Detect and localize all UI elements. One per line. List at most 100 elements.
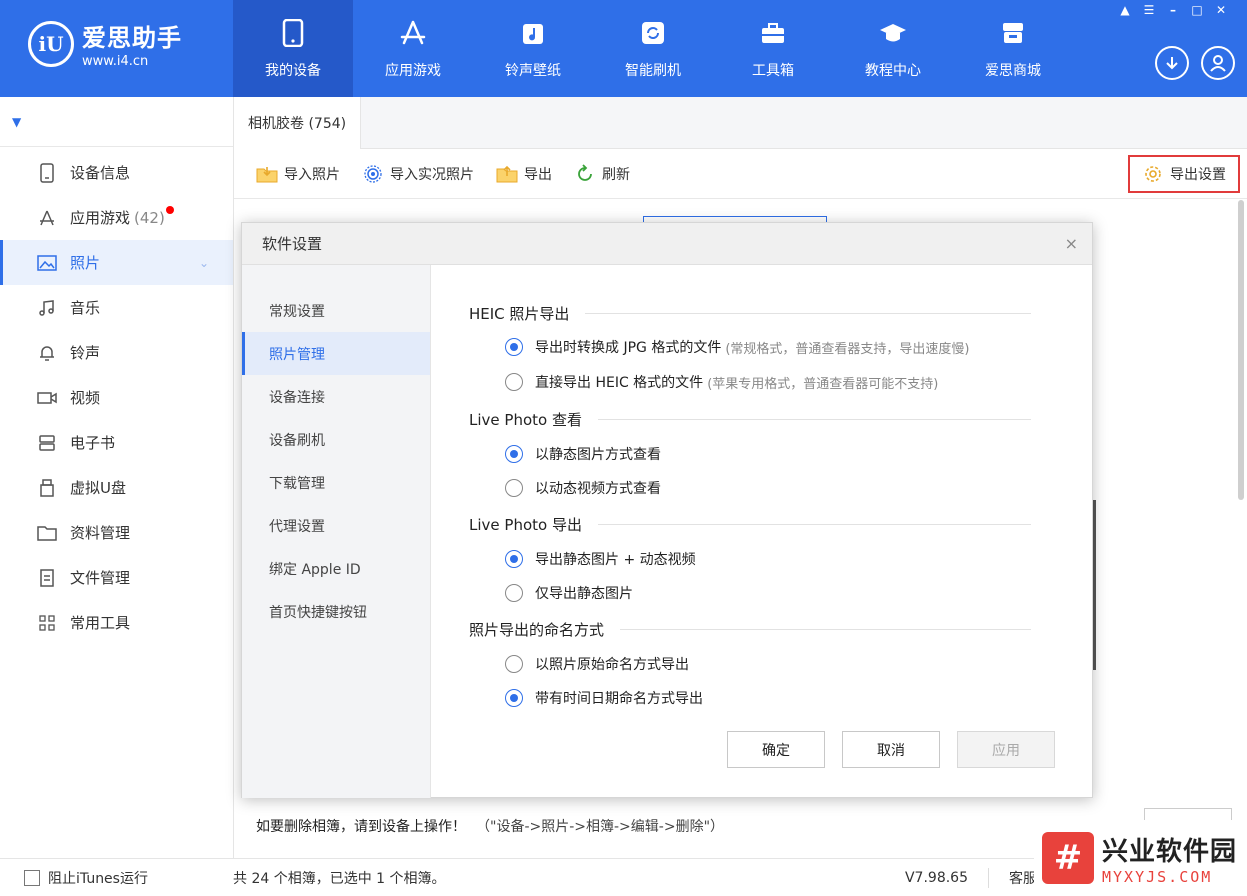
user-icon[interactable] [1201, 46, 1235, 80]
watermark: # 兴业软件园 MYXYJS.COM [1034, 820, 1247, 896]
sidebar-item-ringtones[interactable]: 铃声 [0, 330, 233, 375]
dialog-header: 软件设置 × [242, 223, 1092, 265]
settings-nav-connection[interactable]: 设备连接 [242, 375, 430, 418]
nav-label: 铃声壁纸 [505, 63, 561, 79]
sidebar-item-label: 应用游戏 [70, 209, 131, 227]
radio-unselected[interactable] [505, 584, 523, 602]
sidebar-item-label: 音乐 [70, 299, 101, 317]
sidebar-item-device-info[interactable]: 设备信息 [0, 150, 233, 195]
dialog-close-icon[interactable]: × [1065, 234, 1078, 253]
nav-toolbox[interactable]: 工具箱 [713, 0, 833, 97]
option-label: 仅导出静态图片 [535, 586, 633, 602]
import-live-label: 导入实况照片 [390, 166, 474, 183]
naming-datetime-option[interactable]: 带有时间日期命名方式导出 [505, 688, 703, 708]
radio-unselected[interactable] [505, 479, 523, 497]
import-photos-button[interactable]: 导入照片 [256, 164, 340, 184]
nav-my-device[interactable]: 我的设备 [233, 0, 353, 97]
settings-nav-downloads[interactable]: 下载管理 [242, 461, 430, 504]
notification-dot [166, 206, 174, 214]
nav-ringtones[interactable]: 铃声壁纸 [473, 0, 593, 97]
sidebar-item-tools[interactable]: 常用工具 [0, 600, 233, 645]
option-hint: (苹果专用格式，普通查看器可能不支持) [707, 376, 939, 392]
scrollbar[interactable] [1238, 200, 1244, 500]
radio-unselected[interactable] [505, 655, 523, 673]
naming-section-title: 照片导出的命名方式 [469, 619, 1031, 640]
settings-nav-apple-id[interactable]: 绑定 Apple ID [242, 547, 430, 590]
music-note-icon [518, 18, 548, 48]
live-photo-icon [362, 164, 384, 184]
heic-convert-jpg-option[interactable]: 导出时转换成 JPG 格式的文件 (常规格式，普通查看器支持，导出速度慢) [505, 337, 969, 357]
import-photos-label: 导入照片 [284, 166, 340, 183]
radio-selected[interactable] [505, 550, 523, 568]
settings-nav-flash[interactable]: 设备刷机 [242, 418, 430, 461]
export-button[interactable]: 导出 [496, 164, 552, 184]
radio-selected[interactable] [505, 689, 523, 707]
sidebar-item-video[interactable]: 视频 [0, 375, 233, 420]
sidebar-item-music[interactable]: 音乐 [0, 285, 233, 330]
customer-service-link[interactable]: 客服 [1009, 868, 1037, 888]
settings-nav-photos[interactable]: 照片管理 [242, 332, 430, 375]
nav-label: 爱思商城 [985, 63, 1041, 79]
block-itunes-checkbox[interactable] [24, 869, 40, 886]
refresh-button[interactable]: 刷新 [574, 163, 630, 184]
radio-unselected[interactable] [505, 373, 523, 391]
sidebar-item-label: 电子书 [70, 434, 116, 452]
photo-icon [36, 252, 58, 274]
tab-camera-roll[interactable]: 相机胶卷 (754) [234, 97, 362, 149]
settings-nav-proxy[interactable]: 代理设置 [242, 504, 430, 547]
settings-nav-general[interactable]: 常规设置 [242, 289, 430, 332]
usb-icon [36, 477, 58, 499]
option-label: 导出时转换成 JPG 格式的文件 [535, 340, 722, 356]
sidebar-item-label: 设备信息 [70, 164, 131, 182]
ok-button[interactable]: 确定 [727, 731, 825, 768]
radio-selected[interactable] [505, 445, 523, 463]
nav-tutorials[interactable]: 教程中心 [833, 0, 953, 97]
refresh-label: 刷新 [602, 166, 630, 183]
option-hint: (常规格式，普通查看器支持，导出速度慢) [725, 341, 970, 357]
live-export-static-option[interactable]: 仅导出静态图片 [505, 583, 633, 603]
sidebar-item-virtual-usb[interactable]: 虚拟U盘 [0, 465, 233, 510]
radio-selected[interactable] [505, 338, 523, 356]
skin-icon[interactable]: ▲ [1115, 2, 1135, 18]
live-view-static-option[interactable]: 以静态图片方式查看 [505, 444, 661, 464]
top-bar: iU 爱思助手 www.i4.cn 我的设备 应用游戏 铃声壁纸 智能刷机 工具… [0, 0, 1247, 97]
settings-nav-shortcuts[interactable]: 首页快捷键按钮 [242, 590, 430, 633]
menu-icon[interactable]: ☰ [1139, 2, 1159, 18]
export-settings-label: 导出设置 [1170, 167, 1226, 183]
sidebar-item-ebooks[interactable]: 电子书 [0, 420, 233, 465]
sidebar-item-label: 文件管理 [70, 569, 131, 587]
sidebar-item-file-management[interactable]: 文件管理 [0, 555, 233, 600]
export-label: 导出 [524, 166, 552, 183]
sidebar-item-photos[interactable]: 照片 ⌄ [0, 240, 233, 285]
maximize-icon[interactable]: □ [1187, 2, 1207, 18]
download-icon[interactable] [1155, 46, 1189, 80]
nav-apps[interactable]: 应用游戏 [353, 0, 473, 97]
folder-icon [36, 522, 58, 544]
nav-shop[interactable]: 爱思商城 [953, 0, 1073, 97]
app-logo: iU 爱思助手 www.i4.cn [28, 18, 182, 69]
sidebar-item-data-management[interactable]: 资料管理 [0, 510, 233, 555]
cancel-button[interactable]: 取消 [842, 731, 940, 768]
close-icon[interactable]: ✕ [1211, 2, 1231, 18]
import-live-photos-button[interactable]: 导入实况照片 [362, 164, 474, 184]
apply-button[interactable]: 应用 [957, 731, 1055, 768]
live-export-both-option[interactable]: 导出静态图片 + 动态视频 [505, 549, 696, 569]
live-view-video-option[interactable]: 以动态视频方式查看 [505, 478, 661, 498]
notice-path: （"设备->照片->相簿->编辑->删除"） [476, 819, 725, 835]
nav-label: 我的设备 [265, 63, 321, 79]
app-name: 爱思助手 [82, 24, 182, 52]
nav-label: 教程中心 [865, 63, 921, 79]
device-selector[interactable]: ▼ [0, 97, 233, 147]
app-count-badge: (42) [134, 208, 165, 227]
sidebar-item-label: 虚拟U盘 [70, 479, 126, 497]
nav-flash[interactable]: 智能刷机 [593, 0, 713, 97]
option-label: 直接导出 HEIC 格式的文件 [535, 375, 704, 391]
naming-original-option[interactable]: 以照片原始命名方式导出 [505, 654, 689, 674]
watermark-url: MYXYJS.COM [1102, 867, 1213, 886]
minimize-icon[interactable]: – [1163, 2, 1183, 18]
sidebar-item-label: 照片 [70, 254, 101, 272]
export-settings-button[interactable]: 导出设置 [1128, 155, 1240, 193]
sidebar-item-apps[interactable]: 应用游戏 (42) [0, 195, 233, 240]
sidebar-item-label: 常用工具 [70, 614, 131, 632]
heic-direct-export-option[interactable]: 直接导出 HEIC 格式的文件 (苹果专用格式，普通查看器可能不支持) [505, 372, 938, 392]
